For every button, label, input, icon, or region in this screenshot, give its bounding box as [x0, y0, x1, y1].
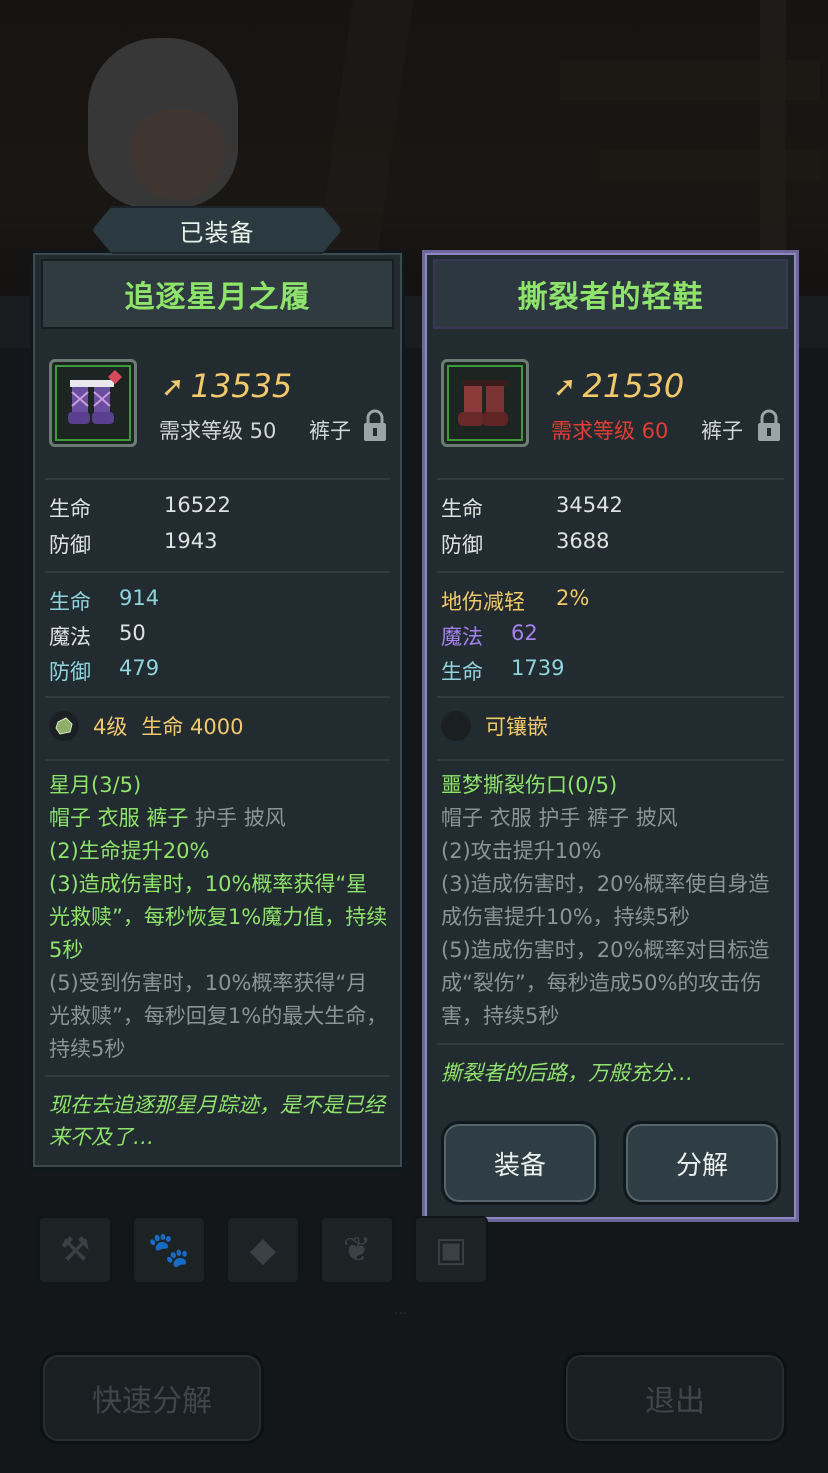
salvage-button[interactable]: 分解	[623, 1121, 781, 1205]
divider	[45, 696, 390, 698]
divider	[437, 571, 784, 573]
equip-button[interactable]: 装备	[441, 1121, 599, 1205]
power-icon: ➚	[161, 369, 185, 403]
candidate-item-panel: 撕裂者的轻鞋 ➚ 21530 需求等级 60 裤子 生命 34542 防御 36…	[422, 250, 799, 1222]
page-indicator: ···	[394, 1306, 408, 1322]
boots-icon[interactable]	[441, 359, 529, 447]
gem-socket: 4级 生命 4000	[49, 711, 244, 741]
divider	[437, 1043, 784, 1045]
set-effect: (2)生命提升20%	[49, 839, 210, 863]
base-stat-row: 生命 34542	[441, 493, 623, 521]
set-bonus-block: 噩梦撕裂伤口(0/5) 帽子 衣服 护手 裤子 披风 (2)攻击提升10% (3…	[441, 769, 782, 1033]
boots-icon[interactable]	[49, 359, 137, 447]
gem-level: 4级	[93, 715, 128, 739]
set-effect: (3)造成伤害时，20%概率使自身造成伤害提升10%，持续5秒	[441, 872, 770, 929]
divider	[437, 696, 784, 698]
equipment-slot-bar: ⚒ 🐾 ◆ ❦ ▣	[38, 1216, 488, 1284]
lock-icon[interactable]	[362, 409, 388, 443]
bonus-stat-row: 地伤减轻 2%	[441, 586, 590, 614]
paw-slot-icon[interactable]: 🐾	[132, 1216, 206, 1284]
socket-label: 可镶嵌	[485, 715, 548, 739]
bonus-stat-row: 生命 914	[49, 586, 160, 614]
bonus-stat-row: 魔法 50	[49, 621, 146, 649]
candidate-item-header: 撕裂者的轻鞋	[433, 259, 788, 329]
set-effect: (5)造成伤害时，20%概率对目标造成“裂伤”，每秒造成50%的攻击伤害，持续5…	[441, 938, 770, 1028]
equipped-item-header: 追逐星月之履	[41, 259, 394, 329]
divider	[437, 478, 784, 480]
equipped-item-panel: 追逐星月之履 ➚ 13535 需求等级 50 裤子 生命 16522 防御 19…	[30, 250, 405, 1170]
candidate-power-value: 21530	[582, 367, 685, 405]
set-effect: (3)造成伤害时，10%概率获得“星光救赎”，每秒恢复1%魔力值，持续5秒	[49, 872, 388, 962]
salvage-button-label: 分解	[675, 1150, 728, 1181]
exit-button[interactable]: 退出	[563, 1352, 787, 1444]
empty-socket-icon	[441, 711, 471, 741]
equipped-slot-type: 裤子	[309, 419, 351, 443]
set-bonus-block: 星月(3/5) 帽子 衣服 裤子 护手 披风 (2)生命提升20% (3)造成伤…	[49, 769, 388, 1066]
candidate-item-title: 撕裂者的轻鞋	[517, 280, 704, 315]
leaf-slot-icon[interactable]: ❦	[320, 1216, 394, 1284]
lock-icon[interactable]	[756, 409, 782, 443]
equipped-power-value: 13535	[190, 367, 293, 405]
equipped-item-summary: ➚ 13535 需求等级 50 裤子	[49, 359, 394, 451]
candidate-slot-type: 裤子	[701, 419, 743, 443]
set-effect: (2)攻击提升10%	[441, 839, 602, 863]
base-stat-row: 生命 16522	[49, 493, 231, 521]
bonus-stat-row: 生命 1739	[441, 656, 565, 684]
chest-slot-icon[interactable]: ▣	[414, 1216, 488, 1284]
weapon-slot-icon[interactable]: ⚒	[38, 1216, 112, 1284]
base-stat-row: 防御 1943	[49, 529, 218, 557]
candidate-item-summary: ➚ 21530 需求等级 60 裤子	[441, 359, 788, 451]
bonus-stat-row: 防御 479	[49, 656, 160, 684]
equipped-tab: 已装备	[92, 206, 342, 254]
candidate-power: ➚ 21530	[553, 367, 684, 405]
equip-button-label: 装备	[493, 1150, 546, 1181]
set-effect: (5)受到伤害时，10%概率获得“月光救赎”，每秒回复1%的最大生命，持续5秒	[49, 971, 388, 1061]
bonus-stat-row: 魔法 62	[441, 621, 538, 649]
divider	[45, 1075, 390, 1077]
set-name: 星月(3/5)	[49, 773, 142, 797]
quick-salvage-button[interactable]: 快速分解	[40, 1352, 264, 1444]
divider	[45, 571, 390, 573]
quick-salvage-label: 快速分解	[92, 1384, 212, 1419]
divider	[45, 759, 390, 761]
power-icon: ➚	[553, 369, 577, 403]
gem-socket: 可镶嵌	[441, 711, 548, 741]
set-pieces: 帽子 衣服 裤子 护手 披风	[49, 806, 286, 830]
exit-label: 退出	[645, 1384, 705, 1419]
equipped-item-title: 追逐星月之履	[124, 280, 311, 315]
equipped-required-level: 需求等级 50	[159, 419, 277, 443]
set-pieces: 帽子 衣服 护手 裤子 披风	[441, 806, 678, 830]
gem-bonus: 生命 4000	[141, 715, 244, 739]
gem-slot-icon[interactable]: ◆	[226, 1216, 300, 1284]
candidate-required-level: 需求等级 60	[551, 419, 669, 443]
equipped-power: ➚ 13535	[161, 367, 292, 405]
gem-icon	[49, 711, 79, 741]
flavor-text: 现在去追逐那星月踪迹，是不是已经来不及了…	[49, 1093, 385, 1149]
set-name: 噩梦撕裂伤口(0/5)	[441, 773, 618, 797]
equipped-tab-label: 已装备	[179, 218, 255, 247]
base-stat-row: 防御 3688	[441, 529, 610, 557]
divider	[45, 478, 390, 480]
divider	[437, 759, 784, 761]
flavor-text: 撕裂者的后路，万般充分…	[441, 1061, 693, 1085]
